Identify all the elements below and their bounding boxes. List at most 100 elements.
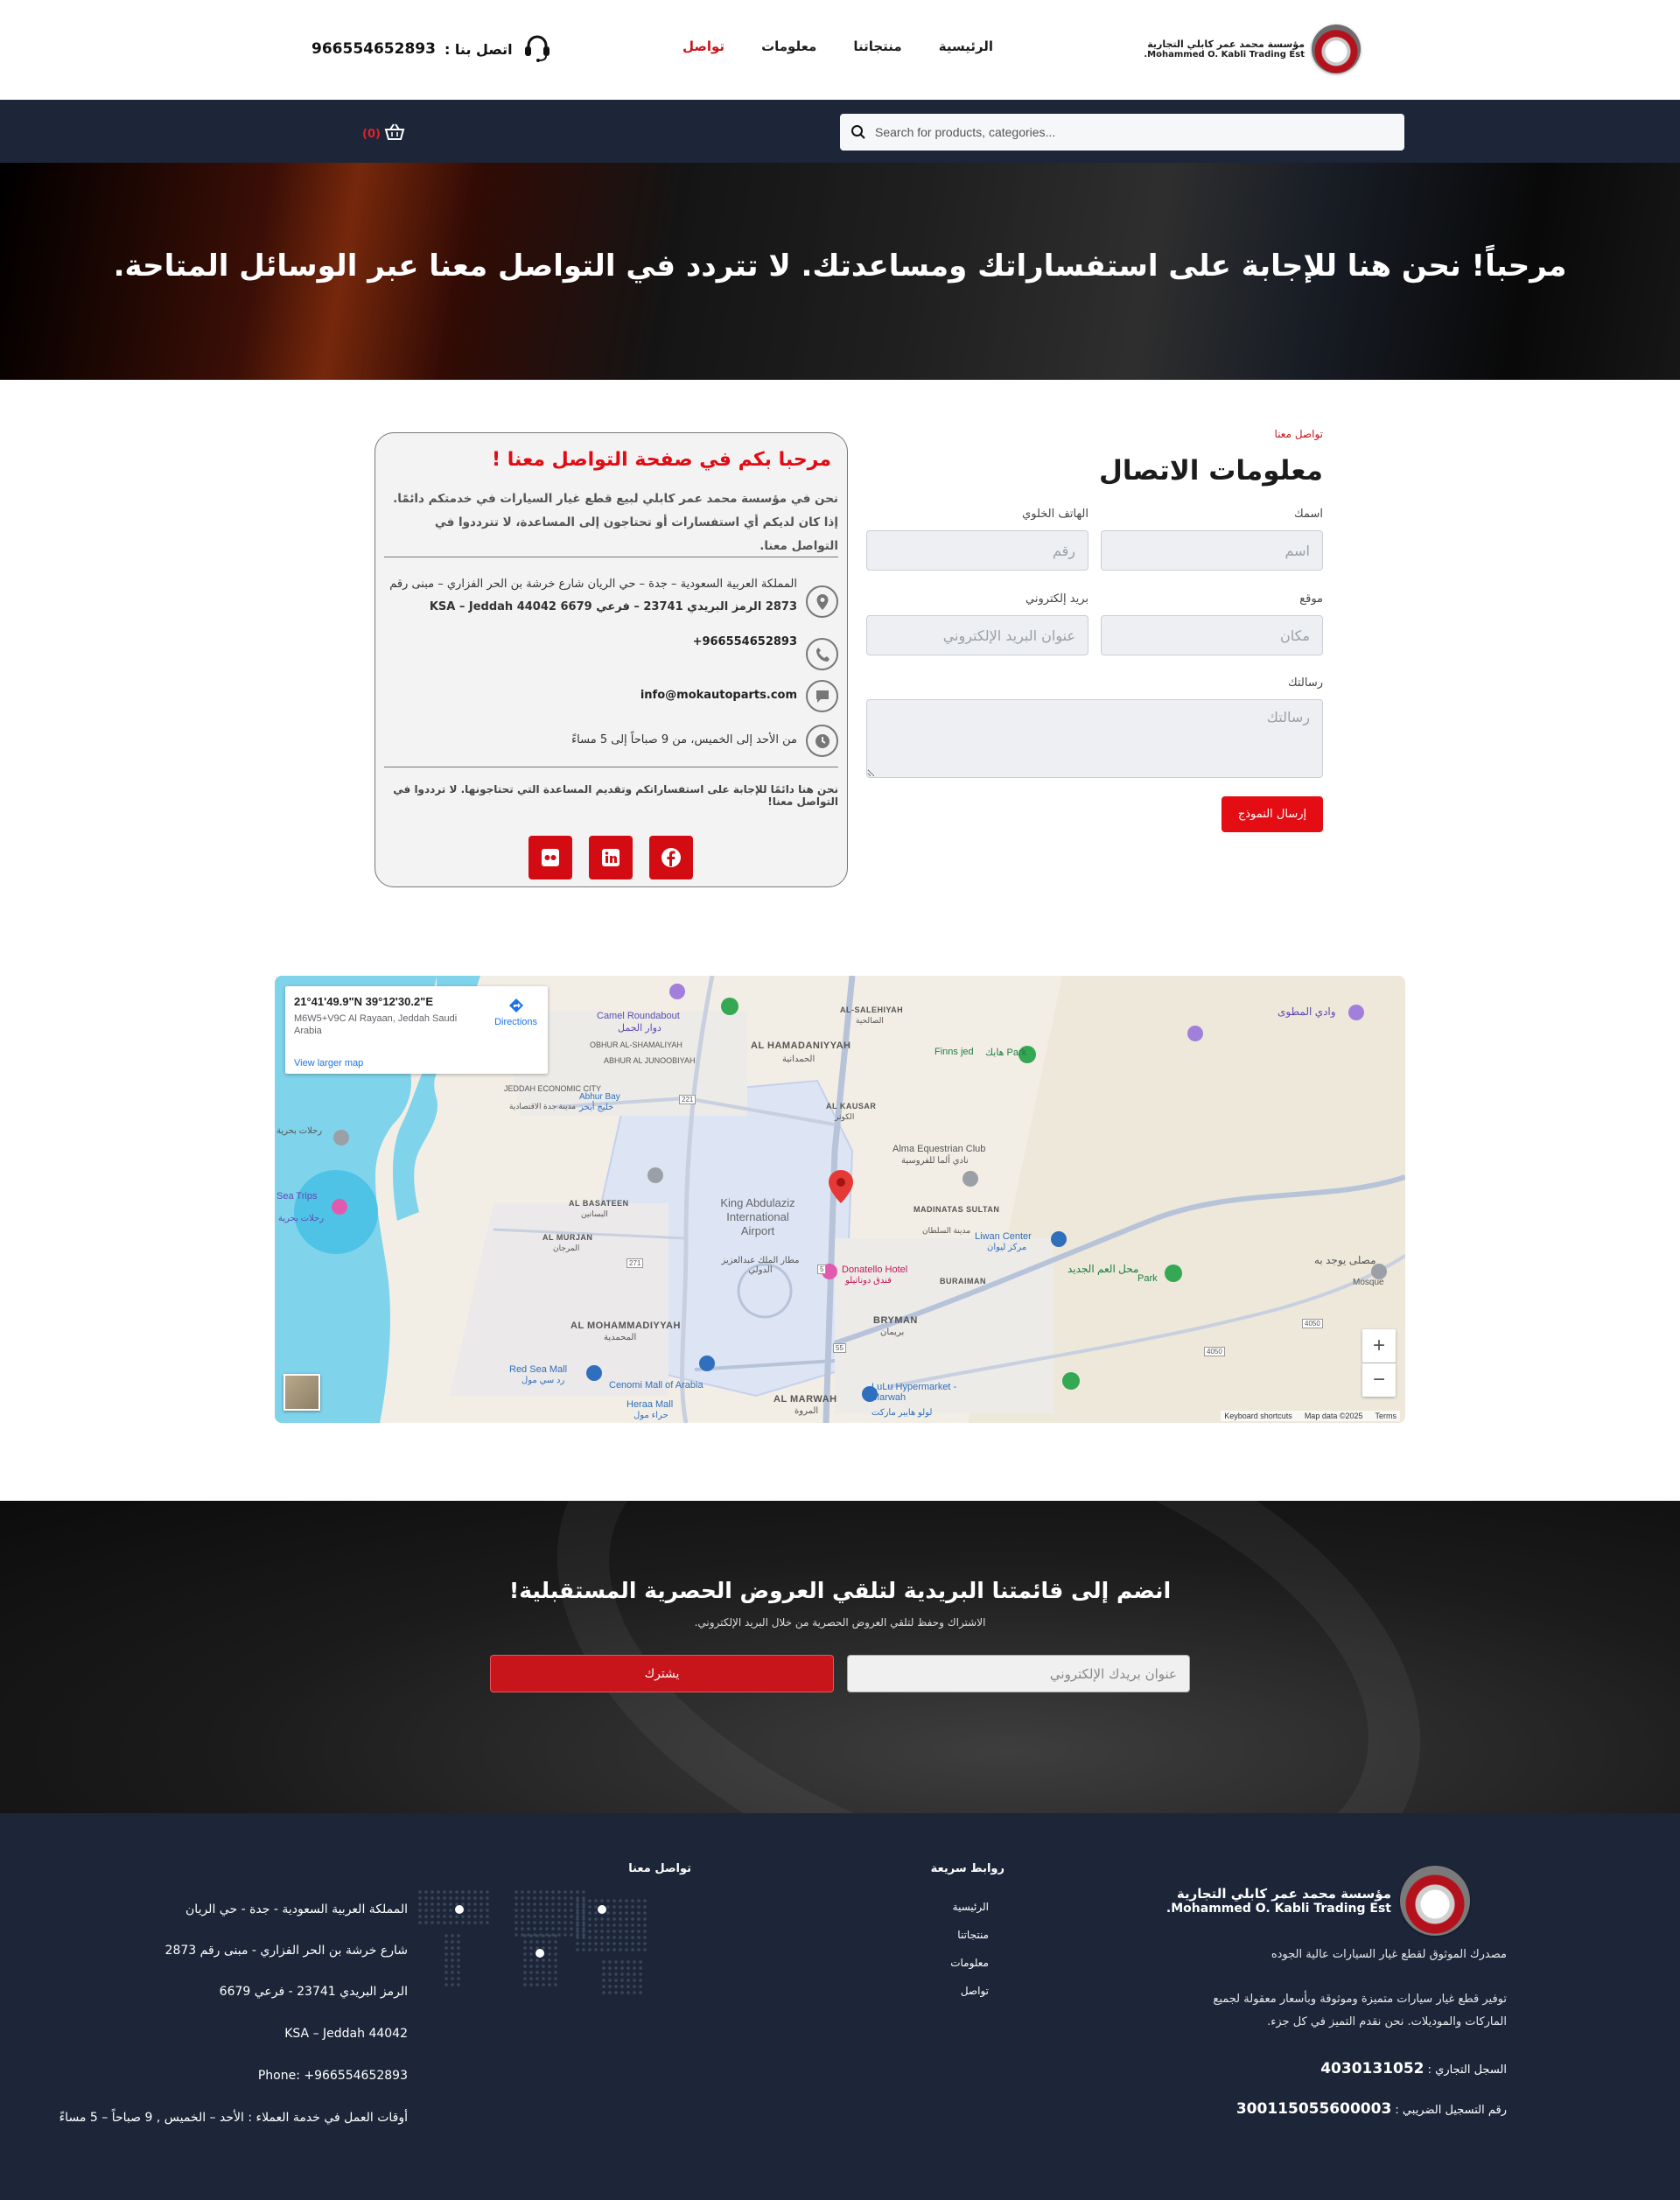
world-map-dot bbox=[588, 1930, 592, 1933]
map-label: MADINATAS SULTAN bbox=[914, 1205, 1000, 1214]
search-input[interactable] bbox=[875, 125, 1394, 139]
mobile-field[interactable] bbox=[866, 530, 1088, 571]
world-map-dot bbox=[637, 1930, 640, 1933]
world-map-dot bbox=[514, 1933, 518, 1937]
map-label: لولو هايبر ماركت bbox=[872, 1408, 933, 1418]
cart-button[interactable]: (0) bbox=[362, 123, 405, 145]
world-map-dot bbox=[533, 1921, 536, 1924]
world-map-dot bbox=[606, 1923, 610, 1927]
embedded-map[interactable]: Camel Roundabout دوار الجمل OBHUR AL-SHA… bbox=[275, 976, 1405, 1423]
world-map-dot bbox=[467, 1915, 471, 1918]
world-map-dot bbox=[527, 1927, 530, 1930]
subscribe-button[interactable]: يشترك bbox=[490, 1655, 834, 1692]
world-map-dot bbox=[602, 1979, 606, 1982]
site-logo[interactable]: مؤسسة محمد عمر كابلي التجارية Mohammed O… bbox=[1144, 25, 1361, 74]
directions-button[interactable]: Directions bbox=[494, 997, 537, 1027]
world-map-dot bbox=[570, 1909, 573, 1912]
world-map-dot bbox=[637, 1948, 640, 1951]
world-map-dot bbox=[594, 1899, 598, 1902]
world-map-dot bbox=[437, 1915, 440, 1918]
world-map-dot bbox=[542, 1934, 545, 1937]
footer-logo[interactable]: مؤسسة محمد عمر كابلي التجارية Mohammed O… bbox=[1166, 1866, 1470, 1936]
world-map-dot bbox=[631, 1930, 634, 1933]
world-map-dot bbox=[430, 1890, 434, 1894]
world-map-dot bbox=[514, 1915, 518, 1918]
world-map-dot bbox=[467, 1902, 471, 1906]
hero-banner: مرحباً! نحن هنا للإجابة على استفساراتك و… bbox=[0, 163, 1680, 380]
world-map-dot bbox=[619, 1942, 622, 1945]
world-map-dot bbox=[564, 1933, 567, 1937]
world-map-dot bbox=[557, 1927, 561, 1930]
newsletter-section: انضم إلى قائمتنا البريدية لتلقي العروض ا… bbox=[0, 1501, 1680, 1813]
breadcrumb[interactable]: تواصل معنا bbox=[1275, 428, 1323, 440]
world-map-dot bbox=[473, 1915, 477, 1918]
message-field[interactable] bbox=[866, 699, 1323, 778]
world-map-dot bbox=[418, 1890, 422, 1894]
call-us[interactable]: اتصل بنا : 966554652893 bbox=[312, 32, 553, 67]
world-map-dot bbox=[486, 1921, 489, 1924]
world-map-dot bbox=[564, 1902, 567, 1906]
world-map-dot bbox=[612, 1917, 616, 1921]
zoom-in-button[interactable]: + bbox=[1362, 1329, 1396, 1363]
world-map-dot bbox=[620, 1972, 624, 1976]
world-map-dot bbox=[576, 1936, 579, 1939]
satellite-toggle[interactable] bbox=[284, 1374, 320, 1411]
footer-link-home[interactable]: الرئيسية bbox=[953, 1901, 989, 1913]
nav-products[interactable]: منتجاتنا bbox=[853, 39, 901, 54]
world-map-dot bbox=[626, 1966, 630, 1970]
search-icon[interactable] bbox=[850, 124, 866, 140]
map-label: المحمدية bbox=[604, 1333, 637, 1342]
terms-link[interactable]: Terms bbox=[1376, 1412, 1397, 1420]
world-map-dot bbox=[564, 1915, 567, 1918]
card-phone[interactable]: +966554652893 bbox=[693, 635, 797, 648]
newsletter-email-input[interactable] bbox=[847, 1655, 1190, 1692]
flickr-icon[interactable] bbox=[528, 836, 572, 879]
footer-link-about[interactable]: معلومات bbox=[950, 1957, 989, 1969]
world-map-dot bbox=[600, 1936, 604, 1939]
nav-home[interactable]: الرئيسية bbox=[939, 39, 993, 54]
footer-hours: أوقات العمل في خدمة العملاء : الأحد – ال… bbox=[59, 2111, 408, 2125]
footer-link-contact[interactable]: تواصل bbox=[961, 1985, 989, 1997]
location-field[interactable] bbox=[1101, 615, 1323, 655]
world-map-dot bbox=[542, 1983, 545, 1986]
world-map-dot bbox=[626, 1972, 630, 1976]
facebook-icon[interactable] bbox=[649, 836, 693, 879]
world-map-dot bbox=[521, 1890, 524, 1894]
name-field[interactable] bbox=[1101, 530, 1323, 571]
world-map-dot bbox=[619, 1911, 622, 1915]
world-map-dot bbox=[430, 1921, 434, 1924]
world-map-dot bbox=[486, 1902, 489, 1906]
world-map-dot bbox=[600, 1917, 604, 1921]
email-field[interactable] bbox=[866, 615, 1088, 655]
footer-description: توفير قطع غيار سيارات متميزة وموثوقة وبأ… bbox=[1213, 1993, 1507, 2028]
world-map-dot bbox=[637, 1905, 640, 1909]
footer-phone[interactable]: Phone: +966554652893 bbox=[258, 2069, 408, 2083]
world-map-dot bbox=[473, 1909, 477, 1912]
map-label: Heraa Mall bbox=[626, 1399, 674, 1410]
world-map-dot bbox=[588, 1936, 592, 1939]
world-map-dot bbox=[576, 1923, 579, 1927]
header-phone[interactable]: 966554652893 bbox=[312, 40, 436, 58]
world-map-dot bbox=[455, 1921, 458, 1924]
world-map-dot bbox=[430, 1902, 434, 1906]
world-map-dot bbox=[631, 1942, 634, 1945]
nav-contact[interactable]: تواصل bbox=[682, 39, 724, 54]
card-email[interactable]: info@mokautoparts.com bbox=[640, 689, 797, 702]
world-map-dot bbox=[625, 1923, 628, 1927]
submit-form-button[interactable]: إرسال النموذج bbox=[1222, 796, 1323, 832]
view-larger-map-link[interactable]: View larger map bbox=[294, 1058, 363, 1068]
world-map-dot bbox=[444, 1952, 448, 1956]
world-map-dot bbox=[582, 1899, 585, 1902]
world-map-dot bbox=[424, 1921, 428, 1924]
social-links bbox=[528, 836, 693, 879]
footer-link-products[interactable]: منتجاتنا bbox=[957, 1929, 989, 1941]
world-map-dot bbox=[576, 1948, 579, 1951]
world-map-dot bbox=[533, 1915, 536, 1918]
nav-about[interactable]: معلومات bbox=[761, 39, 816, 54]
search-box[interactable] bbox=[840, 114, 1404, 151]
linkedin-icon[interactable] bbox=[589, 836, 633, 879]
card-intro: نحن في مؤسسة محمد عمر كابلي لبيع قطع غيا… bbox=[393, 492, 838, 553]
keyboard-shortcuts-link[interactable]: Keyboard shortcuts bbox=[1224, 1412, 1292, 1420]
world-map-dot bbox=[557, 1921, 561, 1924]
zoom-out-button[interactable]: − bbox=[1362, 1363, 1396, 1397]
